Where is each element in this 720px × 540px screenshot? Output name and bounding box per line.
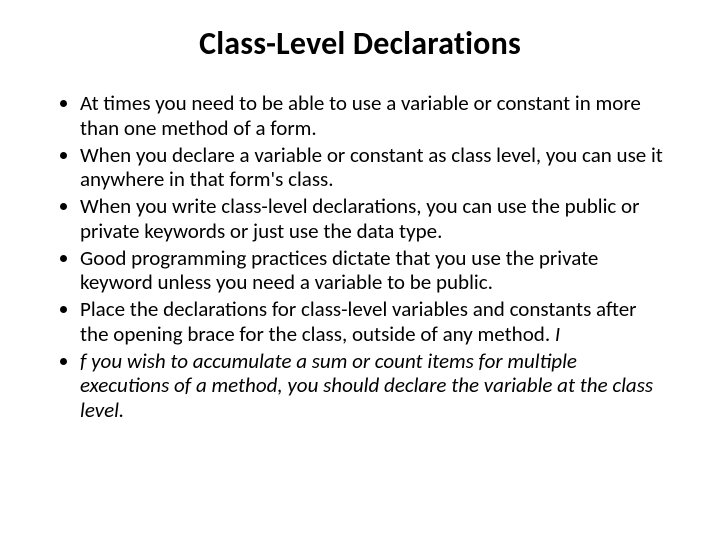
bullet-text-italic: I [555, 321, 560, 347]
list-item: At times you need to be able to use a va… [80, 91, 664, 141]
slide: Class-Level Declarations At times you ne… [0, 0, 720, 540]
bullet-text: Place the declarations for class-level v… [80, 296, 636, 347]
list-item: f you wish to accumulate a sum or count … [80, 349, 664, 423]
list-item: When you declare a variable or constant … [80, 143, 664, 193]
bullet-list: At times you need to be able to use a va… [56, 91, 664, 423]
list-item: Good programming practices dictate that … [80, 246, 664, 296]
bullet-text: At times you need to be able to use a va… [80, 90, 641, 141]
bullet-text: When you write class-level declarations,… [80, 193, 639, 244]
bullet-text-italic: f you wish to accumulate a sum or count … [80, 348, 653, 424]
bullet-text: Good programming practices dictate that … [80, 245, 598, 296]
slide-title: Class-Level Declarations [56, 24, 664, 63]
list-item: Place the declarations for class-level v… [80, 297, 664, 347]
list-item: When you write class-level declarations,… [80, 194, 664, 244]
bullet-text: When you declare a variable or constant … [80, 142, 663, 193]
